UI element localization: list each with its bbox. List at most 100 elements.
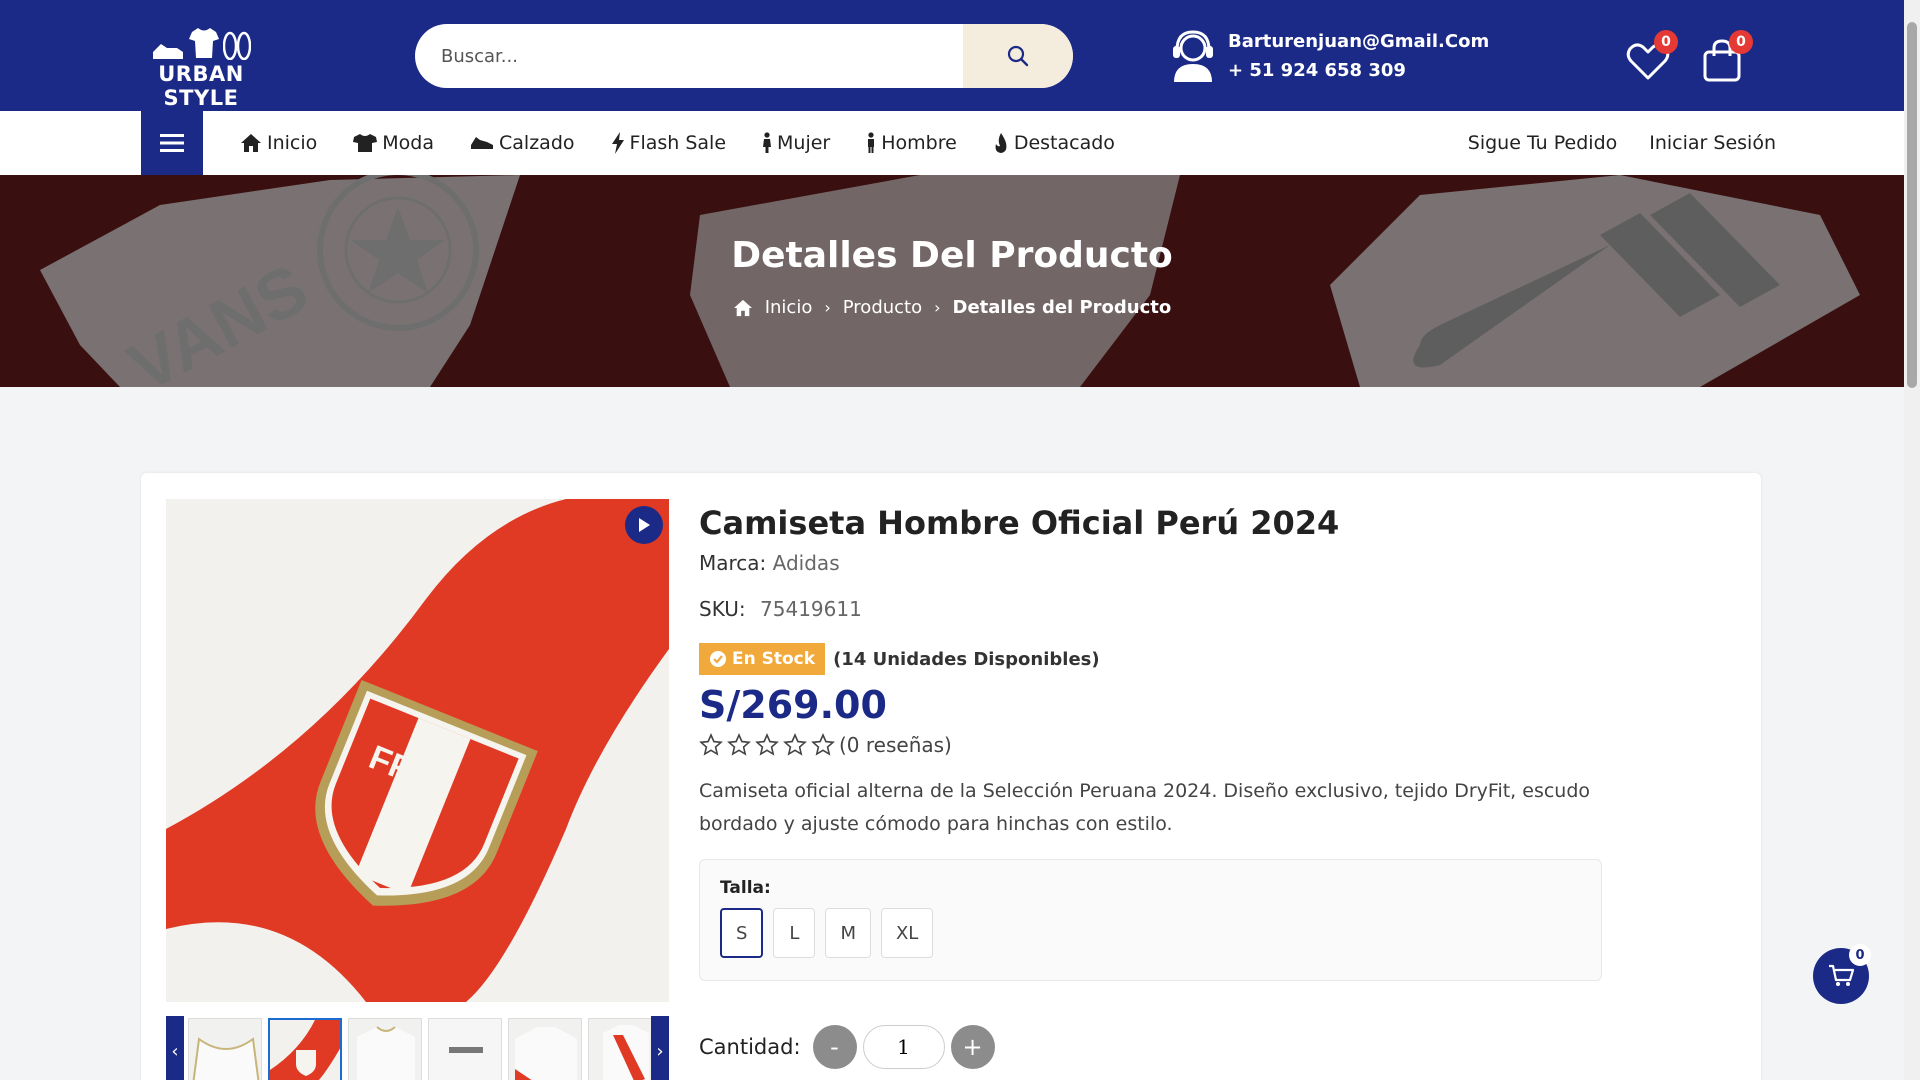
thumbnail-4[interactable] xyxy=(428,1018,502,1080)
thumbnail-image xyxy=(270,1020,340,1080)
jersey-image: FPF xyxy=(166,499,669,1002)
star-outline-icon xyxy=(699,733,723,756)
banner-background: VANS xyxy=(40,175,1860,387)
product-title: Camiseta Hombre Oficial Perú 2024 xyxy=(699,504,1340,542)
scrollbar-thumb[interactable] xyxy=(1907,22,1917,388)
quantity-label: Cantidad: xyxy=(699,1035,801,1059)
rating-stars[interactable] xyxy=(699,733,835,757)
thumbnail-1[interactable] xyxy=(188,1018,262,1080)
bolt-icon xyxy=(611,132,624,154)
contact-lines: Barturenjuan@Gmail.Com + 51 924 658 309 xyxy=(1228,31,1489,81)
cart-icon xyxy=(1829,964,1854,986)
contact-phone[interactable]: + 51 924 658 309 xyxy=(1228,60,1489,81)
thumbnail-image xyxy=(357,1026,415,1080)
nav-item-destacado[interactable]: Destacado xyxy=(993,132,1115,154)
thumbnail-carousel: ‹ › xyxy=(166,1016,669,1080)
star-outline-icon xyxy=(783,733,807,756)
hamburger-menu-button[interactable] xyxy=(141,111,203,175)
product-card: FPF ‹ › Camiseta Hombre Oficial Perú 202… xyxy=(141,473,1761,1080)
size-option-m[interactable]: M xyxy=(825,908,871,958)
main-nav: Inicio Moda Calzado Flash Sale Mujer Hom… xyxy=(0,111,1904,175)
stock-badge: En Stock xyxy=(699,643,826,675)
chevron-right-icon: › xyxy=(824,298,831,317)
star-outline-icon xyxy=(727,733,751,756)
size-option-l[interactable]: L xyxy=(773,908,816,958)
nav-links: Inicio Moda Calzado Flash Sale Mujer Hom… xyxy=(240,111,1115,175)
play-video-button[interactable] xyxy=(625,506,663,544)
nav-item-calzado[interactable]: Calzado xyxy=(470,132,575,154)
contact-email[interactable]: Barturenjuan@Gmail.Com xyxy=(1228,31,1489,52)
quantity-decrease-button[interactable]: - xyxy=(812,1025,857,1069)
track-order-link[interactable]: Sigue Tu Pedido xyxy=(1468,132,1617,154)
quantity-increase-button[interactable]: + xyxy=(950,1025,995,1069)
logo[interactable]: URBAN STYLE xyxy=(141,24,261,110)
breadcrumb: Inicio › Producto › Detalles del Product… xyxy=(0,297,1904,318)
contact-info: Barturenjuan@Gmail.Com + 51 924 658 309 xyxy=(1168,24,1489,88)
sandals-icon xyxy=(223,31,251,60)
thumbnail-2[interactable] xyxy=(268,1018,342,1080)
nav-item-label: Inicio xyxy=(267,132,318,154)
flame-icon xyxy=(995,133,1007,153)
breadcrumb-product[interactable]: Producto xyxy=(843,297,922,318)
thumbnail-image xyxy=(192,1037,260,1080)
size-option-xl[interactable]: XL xyxy=(880,908,934,958)
product-main-image[interactable]: FPF xyxy=(166,499,669,1002)
sku-value: 75419611 xyxy=(760,597,862,621)
thumbnail-5[interactable] xyxy=(508,1018,582,1080)
brand-value: Adidas xyxy=(772,551,840,575)
search-bar xyxy=(415,24,1073,88)
stock-row: En Stock (14 Unidades Disponibles) xyxy=(699,643,1599,675)
page-scrollbar[interactable] xyxy=(1904,0,1920,1080)
nav-item-label: Flash Sale xyxy=(629,132,727,154)
size-option-s[interactable]: S xyxy=(720,908,764,958)
breadcrumb-home[interactable]: Inicio xyxy=(765,297,813,318)
logo-icons xyxy=(141,24,261,60)
cart-count-badge: 0 xyxy=(1729,30,1753,54)
quantity-row: Cantidad: - + xyxy=(699,1025,995,1069)
rating: (0 reseñas) xyxy=(699,733,1599,757)
sku-label: SKU: xyxy=(699,597,746,621)
stock-badge-label: En Stock xyxy=(732,649,816,669)
product-sku: SKU: 75419611 xyxy=(699,597,1599,621)
nav-item-moda[interactable]: Moda xyxy=(353,132,434,154)
home-icon xyxy=(733,299,752,316)
page-title: Detalles Del Producto xyxy=(731,235,1173,276)
floating-cart-count: 0 xyxy=(1849,944,1871,966)
brand-label: Marca: xyxy=(699,551,767,575)
logo-text: URBAN STYLE xyxy=(158,62,244,110)
chevron-right-icon: › xyxy=(934,298,941,317)
top-header: URBAN STYLE Barturenjuan@Gmail.Com + 51 … xyxy=(0,0,1904,111)
size-selector: Talla: S L M XL xyxy=(699,859,1602,981)
thumbnail-image xyxy=(515,1027,577,1080)
nav-item-hombre[interactable]: Hombre xyxy=(866,132,957,154)
check-circle-icon xyxy=(710,651,726,667)
product-brand: Marca: Adidas xyxy=(699,551,1599,575)
nav-right: Sigue Tu Pedido Iniciar Sesión xyxy=(1468,111,1776,175)
home-icon xyxy=(241,134,261,152)
breadcrumb-current: Detalles del Producto xyxy=(952,297,1172,318)
wishlist-count-badge: 0 xyxy=(1654,30,1678,54)
size-options: S L M XL xyxy=(720,908,1581,958)
female-icon xyxy=(763,132,772,153)
thumbnail-3[interactable] xyxy=(348,1018,422,1080)
nav-item-inicio[interactable]: Inicio xyxy=(240,132,317,154)
shirt-icon xyxy=(189,28,219,58)
tshirt-icon xyxy=(353,134,378,152)
size-label: Talla: xyxy=(720,878,771,898)
sneaker-icon xyxy=(153,44,183,59)
thumbnail-next-button[interactable]: › xyxy=(651,1016,669,1080)
stock-units: (14 Unidades Disponibles) xyxy=(833,648,1100,670)
nav-item-label: Moda xyxy=(382,132,435,154)
nav-item-mujer[interactable]: Mujer xyxy=(762,132,830,154)
search-input[interactable] xyxy=(415,24,965,88)
thumbnail-prev-button[interactable]: ‹ xyxy=(166,1016,184,1080)
nav-item-label: Destacado xyxy=(1013,132,1115,154)
search-icon xyxy=(1007,45,1029,67)
quantity-input[interactable] xyxy=(862,1025,945,1069)
reviews-count[interactable]: (0 reseñas) xyxy=(839,733,952,757)
nav-item-flash-sale[interactable]: Flash Sale xyxy=(611,132,727,154)
nav-item-label: Calzado xyxy=(499,132,575,154)
product-description: Camiseta oficial alterna de la Selección… xyxy=(699,780,1591,835)
search-button[interactable] xyxy=(963,24,1073,88)
login-link[interactable]: Iniciar Sesión xyxy=(1649,132,1776,154)
